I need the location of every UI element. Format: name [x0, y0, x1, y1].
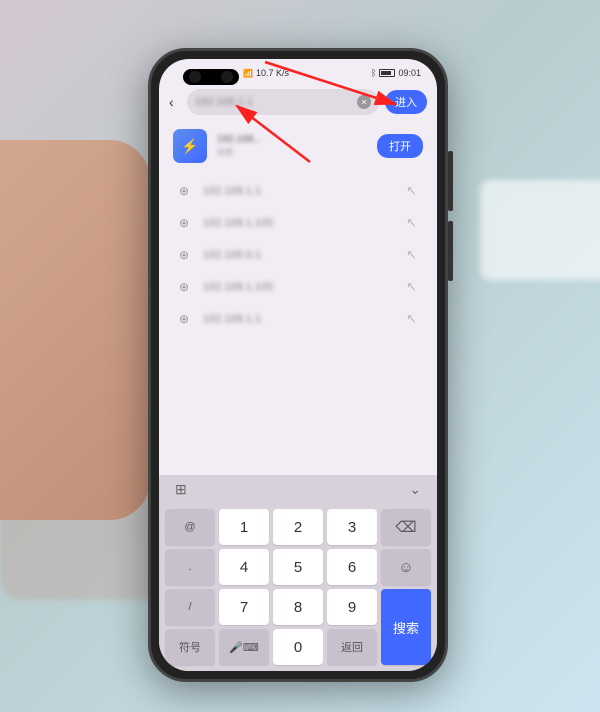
- suggestion-item[interactable]: ⊕ 192.168.1.1 ↖: [159, 303, 437, 335]
- search-icon: ⊕: [179, 280, 193, 294]
- key-5[interactable]: 5: [273, 549, 323, 585]
- key-return[interactable]: 返回: [327, 629, 377, 665]
- battery-icon: [379, 69, 395, 77]
- search-bar: ‹ 192.168.1.1 × 进入: [159, 83, 437, 121]
- fill-arrow-icon[interactable]: ↖: [406, 183, 417, 199]
- key-4[interactable]: 4: [219, 549, 269, 585]
- key-8[interactable]: 8: [273, 589, 323, 625]
- fill-arrow-icon[interactable]: ↖: [406, 247, 417, 263]
- key-backspace[interactable]: ⌫: [381, 509, 431, 545]
- key-emoji[interactable]: ☺: [381, 549, 431, 585]
- search-text: 192.168.1.1: [195, 96, 357, 108]
- key-0[interactable]: 0: [273, 629, 323, 665]
- search-icon: ⊕: [179, 216, 193, 230]
- key-symbol[interactable]: 符号: [165, 629, 215, 665]
- suggestion-item[interactable]: ⊕ 192.168.1.1 ↖: [159, 175, 437, 207]
- fill-arrow-icon[interactable]: ↖: [406, 279, 417, 295]
- suggestion-item[interactable]: ⊕ 192.168.0.1 ↖: [159, 239, 437, 271]
- search-icon: ⊕: [179, 312, 193, 326]
- key-7[interactable]: 7: [219, 589, 269, 625]
- suggestion-item[interactable]: ⊕ 192.168.1.100 ↖: [159, 207, 437, 239]
- clear-icon[interactable]: ×: [357, 95, 371, 109]
- phone-frame: 10.7 K/s ᛒ 09:01 ‹ 192.168.1.1 × 进入 192.…: [148, 48, 448, 682]
- key-6[interactable]: 6: [327, 549, 377, 585]
- key-dot[interactable]: .: [165, 549, 215, 585]
- open-button[interactable]: 打开: [377, 134, 423, 158]
- top-result[interactable]: 192.168... 应用 打开: [159, 121, 437, 171]
- suggestion-list: ⊕ 192.168.1.1 ↖ ⊕ 192.168.1.100 ↖ ⊕ 192.…: [159, 171, 437, 339]
- result-subtitle: 应用: [217, 147, 367, 158]
- back-button[interactable]: ‹: [169, 94, 181, 110]
- camera-notch: [183, 69, 239, 85]
- key-at[interactable]: @: [165, 509, 215, 545]
- key-search[interactable]: 搜索: [381, 589, 431, 665]
- keyboard-collapse-icon[interactable]: ⌄: [409, 481, 421, 498]
- bluetooth-icon: ᛒ: [371, 68, 376, 78]
- key-switch[interactable]: 🎤⌨: [219, 629, 269, 665]
- soft-keyboard: ⊞ ⌄ @ 1 2 3 ⌫ . 4 5 6 ☺ / 7 8 9 搜索 符号 �: [159, 475, 437, 671]
- fill-arrow-icon[interactable]: ↖: [406, 311, 417, 327]
- key-1[interactable]: 1: [219, 509, 269, 545]
- search-input[interactable]: 192.168.1.1 ×: [187, 89, 379, 115]
- enter-button[interactable]: 进入: [385, 90, 427, 114]
- search-icon: ⊕: [179, 248, 193, 262]
- fill-arrow-icon[interactable]: ↖: [406, 215, 417, 231]
- suggestion-item[interactable]: ⊕ 192.168.1.100 ↖: [159, 271, 437, 303]
- phone-screen: 10.7 K/s ᛒ 09:01 ‹ 192.168.1.1 × 进入 192.…: [159, 59, 437, 671]
- key-9[interactable]: 9: [327, 589, 377, 625]
- result-title: 192.168...: [217, 134, 367, 145]
- clock: 09:01: [398, 68, 421, 78]
- keyboard-grid-icon[interactable]: ⊞: [175, 481, 187, 498]
- app-icon: [173, 129, 207, 163]
- key-3[interactable]: 3: [327, 509, 377, 545]
- network-speed: 10.7 K/s: [256, 68, 289, 78]
- signal-icon: [243, 68, 253, 78]
- key-2[interactable]: 2: [273, 509, 323, 545]
- key-slash[interactable]: /: [165, 589, 215, 625]
- search-icon: ⊕: [179, 184, 193, 198]
